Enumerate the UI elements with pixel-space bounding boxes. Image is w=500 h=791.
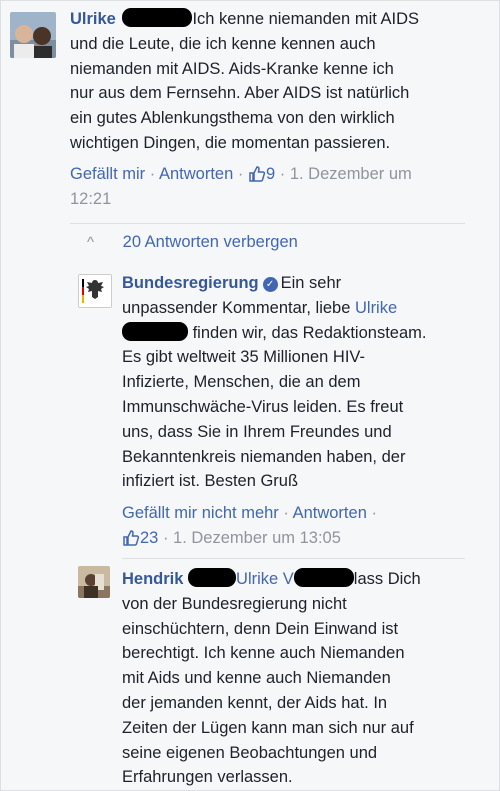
- reply-body-bundesregierung: Bundesregierung ✓ Ein sehr unpassender Kom…: [122, 271, 426, 494]
- unlike-link[interactable]: Gefällt mir nicht mehr: [122, 504, 279, 522]
- reply-body-hendrik: Hendrik Ulrike V lass Dich von der Bundes…: [122, 567, 421, 790]
- avatar-photo-icon: [10, 12, 56, 58]
- divider: [70, 223, 465, 224]
- reply-text-line: Bekanntenkreis niemanden haben, der: [122, 447, 406, 466]
- timestamp-continued[interactable]: 12:21: [70, 187, 111, 211]
- reply-text-line: berechtigt. Ich kenne auch Niemanden: [122, 644, 405, 663]
- federal-eagle-icon: [79, 275, 111, 307]
- reply-link[interactable]: Antworten: [159, 165, 233, 183]
- mention-link[interactable]: Ulrike: [355, 299, 397, 317]
- verified-badge-icon: ✓: [262, 277, 278, 292]
- comment-thread: Ulrike Ich kenne niemanden mit AIDS und …: [0, 0, 500, 791]
- comment-text-line: nur aus dem Fernsehn. Aber AIDS ist natü…: [70, 84, 410, 103]
- reply-text-line: uns, dass Sie in Ihrem Freundes und: [122, 422, 392, 441]
- timestamp[interactable]: 1. Dezember um: [290, 165, 412, 183]
- separator: ·: [371, 504, 377, 522]
- reply-like-row: 23 · 1. Dezember um 13:05: [122, 526, 341, 550]
- reply-actions: Gefällt mir nicht mehr · Antworten ·: [122, 501, 377, 525]
- reply-author[interactable]: Hendrik: [122, 570, 183, 588]
- mention-link[interactable]: Ulrike V: [236, 570, 294, 588]
- separator: ·: [279, 165, 286, 183]
- like-count[interactable]: 23: [140, 529, 158, 547]
- avatar-ulrike[interactable]: [10, 12, 56, 58]
- reply-text-line: infiziert ist. Besten Gruß: [122, 472, 299, 491]
- separator: ·: [237, 165, 244, 183]
- reply-text-line: Infizierte, Menschen, die an dem: [122, 373, 361, 392]
- reply-text-line: seine eigenen Beobachtungen und: [122, 743, 378, 762]
- comment-text-line: und die Leute, die ich kenne kennen auch: [70, 34, 376, 53]
- comment-text-line: Ich kenne niemanden mit AIDS: [192, 10, 419, 28]
- comment-text-line: ein gutes Ablenkungsthema von den wirkli…: [70, 109, 395, 128]
- redacted-surname: [188, 568, 237, 587]
- avatar-hendrik[interactable]: [78, 566, 110, 598]
- reply-author[interactable]: Bundesregierung: [122, 274, 259, 292]
- comment-author[interactable]: Ulrike: [70, 10, 116, 28]
- hide-replies-toggle[interactable]: ^ 20 Antworten verbergen: [87, 230, 298, 255]
- redacted-mention: [293, 568, 354, 587]
- reply-text-line: von der Bundesregierung nicht: [122, 594, 347, 613]
- reply-text-line: lass Dich: [353, 570, 421, 588]
- reply-text-line: unpassender Kommentar, liebe: [122, 298, 355, 317]
- separator: ·: [149, 165, 156, 183]
- comment-actions: Gefällt mir · Antworten · 9 · 1. Dezembe…: [70, 162, 412, 186]
- like-count[interactable]: 9: [266, 165, 275, 183]
- reply-text-line: Zeiten der Lügen kann man sich nur auf: [122, 718, 414, 737]
- like-link[interactable]: Gefällt mir: [70, 165, 145, 183]
- thumbs-up-icon[interactable]: [122, 529, 140, 547]
- separator: ·: [283, 504, 289, 522]
- comment-text-line: wichtigen Dingen, die momentan passieren…: [70, 133, 391, 152]
- reply-text-line: Es gibt weltweit 35 Millionen HIV-: [122, 348, 366, 367]
- reply-text-line: finden wir, das Redaktionsteam.: [188, 323, 427, 342]
- reply-text-line: der jemanden kennt, der Aids hat. In: [122, 693, 388, 712]
- divider: [122, 558, 465, 559]
- comment-body-ulrike: Ulrike Ich kenne niemanden mit AIDS und …: [70, 7, 419, 156]
- comment-text-line: niemanden mit AIDS. Aids-Kranke kenne ic…: [70, 59, 394, 78]
- thumbs-up-icon[interactable]: [248, 165, 266, 183]
- reply-text-line: Ein sehr: [280, 274, 342, 292]
- avatar-bundesregierung[interactable]: [78, 274, 112, 308]
- timestamp[interactable]: 1. Dezember um 13:05: [173, 529, 341, 547]
- reply-link[interactable]: Antworten: [293, 504, 367, 522]
- reply-text-line: Erfahrungen verlassen.: [122, 768, 293, 787]
- reply-text-line: Immunschwäche-Virus leiden. Es freut: [122, 397, 404, 416]
- separator: ·: [162, 529, 169, 547]
- avatar-photo-icon: [78, 566, 110, 598]
- hide-replies-label[interactable]: 20 Antworten verbergen: [123, 233, 298, 251]
- reply-text-line: mit Aids und kenne auch Niemanden: [122, 669, 391, 688]
- reply-text-line: einschüchtern, denn Dein Einwand ist: [122, 619, 399, 638]
- redacted-mention: [122, 321, 188, 341]
- redacted-surname: [122, 8, 193, 27]
- chevron-up-icon: ^: [87, 234, 95, 251]
